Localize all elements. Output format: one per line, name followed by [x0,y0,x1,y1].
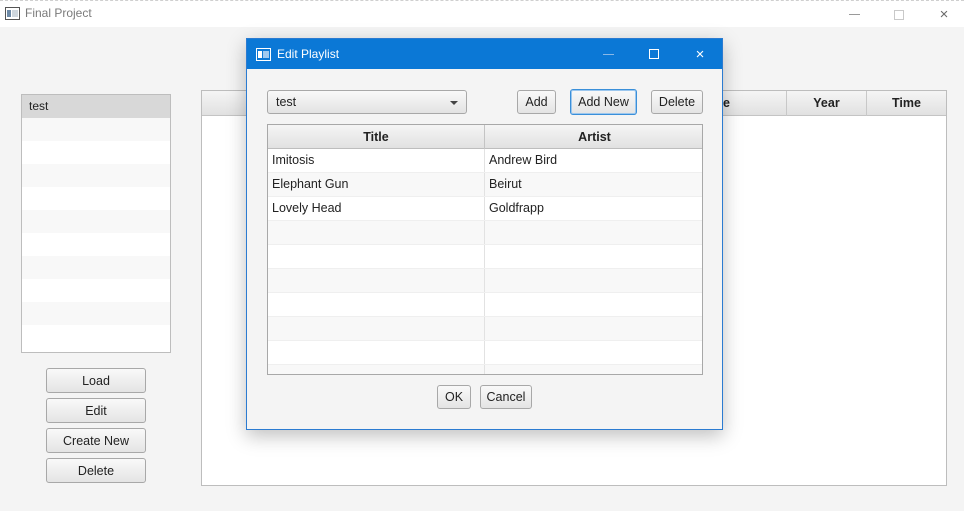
add-button[interactable]: Add [517,90,556,114]
title-cell: Elephant Gun [268,173,485,196]
list-item[interactable] [22,164,170,187]
playlist-list[interactable]: test [21,94,171,353]
ok-button[interactable]: OK [437,385,471,409]
title-cell [268,245,485,268]
dialog-title: Edit Playlist [277,47,340,61]
table-row[interactable] [268,317,702,341]
table-row[interactable] [268,245,702,269]
list-item[interactable] [22,187,170,210]
list-item[interactable] [22,256,170,279]
table-row[interactable]: Imitosis Andrew Bird [268,149,702,173]
list-item[interactable] [22,118,170,141]
column-header-genre[interactable]: e [722,91,786,116]
dialog-minimize-button[interactable] [585,39,631,69]
maximize-button[interactable] [876,1,922,28]
edit-playlist-dialog: Edit Playlist × test Add Add New Delete … [246,38,723,430]
artist-cell [485,269,702,292]
column-header-year[interactable]: Year [786,91,866,116]
maximize-icon [649,49,659,59]
artist-cell [485,341,702,364]
edit-button[interactable]: Edit [46,398,146,423]
artist-cell [485,293,702,316]
playlist-songs-table[interactable]: Title Artist Imitosis Andrew Bird Elepha… [267,124,703,375]
title-cell [268,317,485,340]
list-item[interactable] [22,279,170,302]
table-row[interactable] [268,341,702,365]
title-cell [268,365,485,374]
dialog-maximize-button[interactable] [631,39,677,69]
list-item[interactable] [22,302,170,325]
list-item[interactable] [22,233,170,256]
list-item[interactable] [22,141,170,164]
close-icon: × [939,6,949,23]
title-cell [268,293,485,316]
table-row[interactable] [268,269,702,293]
add-new-button[interactable]: Add New [570,89,637,115]
load-button[interactable]: Load [46,368,146,393]
playlist-select-value: test [276,95,297,109]
artist-cell: Andrew Bird [489,153,558,167]
close-icon: × [695,45,705,63]
playlist-songs-body: Imitosis Andrew Bird Elephant Gun Beirut… [268,149,702,374]
close-button[interactable]: × [921,1,964,28]
artist-cell: Beirut [489,177,522,191]
minimize-button[interactable] [831,1,877,28]
playlist-select[interactable]: test [267,90,467,114]
list-item[interactable] [22,210,170,233]
main-titlebar: Final Project × [0,0,964,27]
title-cell: Imitosis [268,149,485,172]
cancel-button[interactable]: Cancel [480,385,532,409]
dialog-titlebar[interactable]: Edit Playlist × [247,39,722,69]
column-header-time[interactable]: Time [866,91,946,116]
table-row[interactable]: Elephant Gun Beirut [268,173,702,197]
playlist-item-test[interactable]: test [22,95,170,118]
table-row[interactable] [268,221,702,245]
chevron-down-icon [450,101,458,105]
column-header-artist[interactable]: Artist [485,125,702,149]
artist-cell [485,365,702,374]
table-row[interactable]: Lovely Head Goldfrapp [268,197,702,221]
table-row[interactable] [268,293,702,317]
title-cell [268,221,485,244]
artist-cell [485,245,702,268]
artist-cell [485,317,702,340]
create-new-button[interactable]: Create New [46,428,146,453]
table-row[interactable] [268,365,702,374]
dialog-app-icon [256,48,271,61]
dialog-close-button[interactable]: × [677,39,723,69]
artist-cell: Goldfrapp [489,201,544,215]
title-cell [268,269,485,292]
maximize-icon [894,9,904,20]
playlist-songs-header: Title Artist [268,125,702,149]
minimize-icon [602,53,614,55]
artist-cell [485,221,702,244]
app-icon [5,7,20,20]
window-title: Final Project [25,6,92,20]
title-cell [268,341,485,364]
minimize-icon [848,14,860,15]
title-cell: Lovely Head [268,197,485,220]
delete-song-button[interactable]: Delete [651,90,703,114]
delete-playlist-button[interactable]: Delete [46,458,146,483]
column-header-title[interactable]: Title [268,125,485,149]
list-item[interactable] [22,325,170,348]
